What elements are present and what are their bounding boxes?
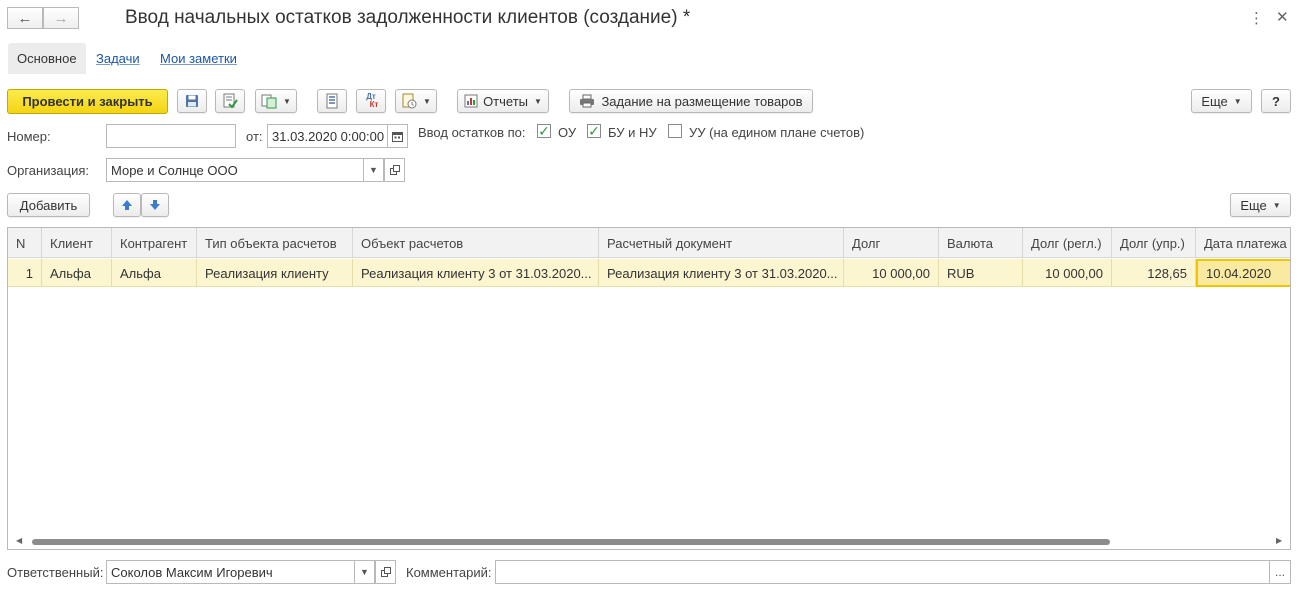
reports-icon [464,94,478,108]
open-icon [380,567,391,577]
col-debt-regl[interactable]: Долг (регл.) [1023,228,1112,258]
balance-label: Ввод остатков по: [418,125,526,140]
more-button[interactable]: Еще ▼ [1191,89,1252,113]
cell-counterparty[interactable]: Альфа [112,259,197,287]
page-title: Ввод начальных остатков задолженности кл… [125,7,691,28]
reports-button[interactable]: Отчеты ▼ [457,89,549,113]
date-label: от: [246,129,263,144]
calendar-icon [392,131,403,142]
org-field[interactable]: Море и Солнце ООО [106,158,364,182]
cell-object-type[interactable]: Реализация клиенту [197,259,353,287]
cell-pay-date[interactable]: 10.04.2020 [1196,259,1290,287]
date-field[interactable]: 31.03.2020 0:00:00 [267,124,389,148]
table-more-label: Еще [1240,197,1267,213]
back-button[interactable]: ← [7,7,43,29]
calendar-button[interactable] [387,124,408,148]
list-icon [326,93,338,109]
placement-task-label: Задание на размещение товаров [601,93,803,109]
number-label: Номер: [7,129,51,144]
horizontal-scrollbar[interactable]: ◀ ▶ [8,535,1290,549]
number-field[interactable] [106,124,236,148]
back-arrow-icon: ← [17,9,33,27]
col-document[interactable]: Расчетный документ [599,228,844,258]
table-row[interactable]: 1 Альфа Альфа Реализация клиенту Реализа… [8,259,1290,287]
checkbox-bu-label[interactable]: БУ и НУ [608,125,657,140]
org-dropdown-button[interactable]: ▼ [363,158,384,182]
help-button[interactable]: ? [1261,89,1291,113]
create-based-on-button[interactable]: ▼ [255,89,297,113]
col-object[interactable]: Объект расчетов [353,228,599,258]
checkbox-bu[interactable]: ✓ [587,124,601,138]
placement-task-button[interactable]: Задание на размещение товаров [569,89,813,113]
move-down-button[interactable] [141,193,169,217]
comment-select-button[interactable]: ... [1269,560,1291,584]
dtkt-icon: Дт Кт [366,92,379,109]
col-currency[interactable]: Валюта [939,228,1023,258]
col-n[interactable]: N [8,228,42,258]
tab-tasks[interactable]: Задачи [87,43,149,74]
cell-debt-upr[interactable]: 128,65 [1112,259,1196,287]
checkbox-ou[interactable]: ✓ [537,124,551,138]
responsible-open-button[interactable] [375,560,396,584]
col-object-type[interactable]: Тип объекта расчетов [197,228,353,258]
responsible-field[interactable]: Соколов Максим Игоревич [106,560,355,584]
comment-label: Комментарий: [406,565,492,580]
col-client[interactable]: Клиент [42,228,112,258]
checkbox-uu-label[interactable]: УУ (на едином плане счетов) [689,125,864,140]
forward-button[interactable]: → [43,7,79,29]
table-more-button[interactable]: Еще ▼ [1230,193,1291,217]
cell-debt-regl[interactable]: 10 000,00 [1023,259,1112,287]
dtkt-button[interactable]: Дт Кт [356,89,386,113]
move-up-button[interactable] [113,193,141,217]
post-icon [223,93,238,109]
more-vertical-icon[interactable]: ⋮ [1249,9,1264,27]
col-debt[interactable]: Долг [844,228,939,258]
add-button[interactable]: Добавить [7,193,90,217]
comment-field[interactable] [495,560,1270,584]
attach-icon [402,93,417,109]
responsible-dropdown-button[interactable]: ▼ [354,560,375,584]
cell-debt[interactable]: 10 000,00 [844,259,939,287]
tab-notes[interactable]: Мои заметки [151,43,246,74]
post-and-close-button[interactable]: Провести и закрыть [7,89,168,114]
create-based-icon [261,94,277,109]
arrow-up-icon [122,200,132,210]
balances-table[interactable]: N Клиент Контрагент Тип объекта расчетов… [7,227,1291,550]
open-icon [389,165,400,175]
chevron-down-icon: ▼ [369,165,378,175]
close-icon[interactable]: ✕ [1276,8,1289,26]
check-icon: ✓ [538,123,550,139]
tab-main[interactable]: Основное [8,43,86,74]
org-open-button[interactable] [384,158,405,182]
col-pay-date[interactable]: Дата платежа [1196,228,1290,258]
forward-arrow-icon: → [53,9,69,27]
chevron-down-icon: ▼ [360,567,369,577]
save-icon [186,95,198,107]
checkbox-uu[interactable] [668,124,682,138]
scrollbar-thumb[interactable] [32,539,1110,545]
attach-button[interactable]: ▼ [395,89,437,113]
arrow-down-icon [150,200,160,210]
table-header: N Клиент Контрагент Тип объекта расчетов… [8,228,1290,258]
cell-client[interactable]: Альфа [42,259,112,287]
col-debt-upr[interactable]: Долг (упр.) [1112,228,1196,258]
checkbox-ou-label[interactable]: ОУ [558,125,576,140]
cell-object[interactable]: Реализация клиенту 3 от 31.03.2020... [353,259,599,287]
more-label: Еще [1201,93,1228,109]
printer-icon [580,94,595,108]
scroll-left-icon[interactable]: ◀ [16,536,22,545]
cell-n[interactable]: 1 [8,259,42,287]
post-button[interactable] [215,89,245,113]
reports-label: Отчеты [483,93,528,109]
cell-document[interactable]: Реализация клиенту 3 от 31.03.2020... [599,259,844,287]
check-icon: ✓ [588,123,600,139]
responsible-label: Ответственный: [7,565,104,580]
save-button[interactable] [177,89,207,113]
structure-button[interactable] [317,89,347,113]
cell-currency[interactable]: RUB [939,259,1023,287]
col-counterparty[interactable]: Контрагент [112,228,197,258]
org-label: Организация: [7,163,90,178]
scroll-right-icon[interactable]: ▶ [1276,536,1282,545]
